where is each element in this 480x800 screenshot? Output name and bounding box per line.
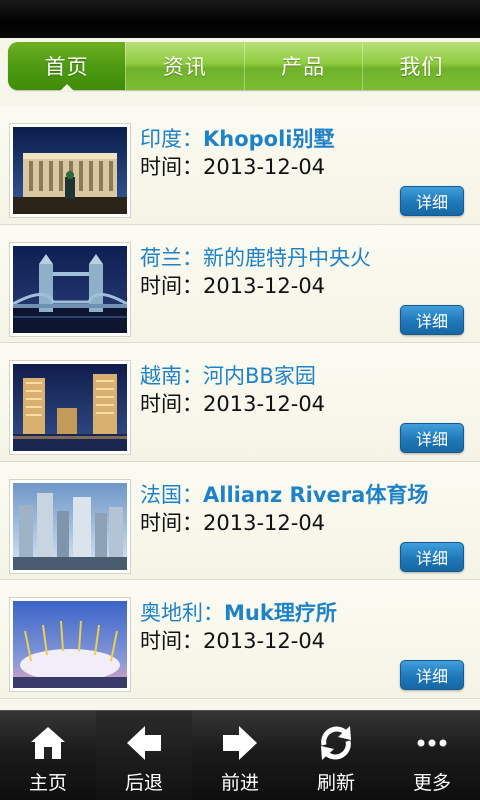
home-icon: [31, 727, 65, 759]
tab-about-label: 我们: [399, 55, 444, 79]
list-item[interactable]: 印度：Khopoli别墅 时间：2013-12-04 详细: [0, 106, 480, 225]
item-country: 法国：: [140, 482, 203, 507]
detail-button[interactable]: 详细: [400, 423, 464, 453]
more-label: 更多: [412, 772, 451, 794]
more-icon: [417, 739, 447, 747]
back-button[interactable]: 后退: [96, 711, 192, 800]
item-title[interactable]: 奥地利：Muk理疗所: [140, 597, 337, 627]
city-skyline-image: [13, 482, 127, 570]
tab-home-label: 首页: [44, 55, 89, 79]
top-nav: 首页 资讯 产品 我们: [8, 42, 480, 91]
detail-button[interactable]: 详细: [400, 660, 464, 690]
back-arrow-icon: [127, 726, 161, 760]
item-date: 时间：2013-12-04: [140, 510, 326, 535]
detail-button[interactable]: 详细: [400, 186, 464, 216]
item-date: 时间：2013-12-04: [140, 273, 326, 298]
tab-news-label: 资讯: [162, 55, 207, 79]
dome-dusk-image: [13, 601, 127, 688]
tab-home[interactable]: 首页: [8, 42, 126, 91]
item-country: 奥地利：: [140, 601, 224, 625]
refresh-button[interactable]: 刷新: [288, 711, 384, 800]
palace-night-image: [13, 127, 127, 214]
item-name: Khopoli别墅: [203, 127, 335, 151]
item-title[interactable]: 印度：Khopoli别墅: [140, 123, 335, 153]
item-country: 印度：: [140, 127, 203, 151]
project-thumbnail[interactable]: [9, 478, 131, 574]
bottom-toolbar: 主页 后退 前进 刷新 更多: [0, 710, 480, 800]
item-country: 越南：: [140, 364, 203, 388]
project-thumbnail[interactable]: [9, 360, 131, 455]
item-name: 河内BB家园: [203, 364, 316, 388]
home-label: 主页: [28, 772, 67, 794]
home-button[interactable]: 主页: [0, 711, 96, 800]
refresh-label: 刷新: [316, 772, 355, 794]
item-date: 时间：2013-12-04: [140, 155, 326, 179]
list-item[interactable]: 越南：河内BB家园 时间：2013-12-04 详细: [0, 343, 480, 462]
detail-button[interactable]: 详细: [400, 541, 464, 572]
item-date: 时间：2013-12-04: [140, 392, 326, 416]
tab-news[interactable]: 资讯: [125, 42, 243, 90]
tab-about[interactable]: 我们: [361, 42, 480, 90]
item-title[interactable]: 荷兰：新的鹿特丹中央火: [140, 242, 371, 272]
status-bar: [0, 0, 480, 38]
forward-arrow-icon: [223, 726, 257, 760]
item-name: Allianz Rivera体育场: [203, 482, 429, 507]
more-button[interactable]: 更多: [384, 711, 480, 800]
item-country: 荷兰：: [140, 245, 203, 270]
active-tab-caret: [59, 84, 74, 91]
list-item[interactable]: 荷兰：新的鹿特丹中央火 时间：2013-12-04 详细: [0, 224, 480, 343]
towers-night-image: [13, 364, 127, 451]
item-name: 新的鹿特丹中央火: [203, 245, 371, 270]
detail-button[interactable]: 详细: [400, 304, 464, 335]
project-thumbnail[interactable]: [9, 241, 131, 337]
item-date: 时间：2013-12-04: [140, 629, 326, 653]
item-title[interactable]: 法国：Allianz Rivera体育场: [140, 479, 428, 509]
project-list: 印度：Khopoli别墅 时间：2013-12-04 详细 荷兰：新的鹿特丹中央…: [0, 106, 480, 699]
bridge-night-image: [13, 245, 127, 333]
forward-button[interactable]: 前进: [192, 711, 288, 800]
forward-label: 前进: [220, 772, 259, 794]
project-thumbnail[interactable]: [9, 597, 131, 692]
list-item[interactable]: 法国：Allianz Rivera体育场 时间：2013-12-04 详细: [0, 461, 480, 580]
tab-products[interactable]: 产品: [243, 42, 362, 90]
project-thumbnail[interactable]: [9, 123, 131, 218]
back-label: 后退: [124, 772, 163, 794]
list-item[interactable]: 奥地利：Muk理疗所 时间：2013-12-04 详细: [0, 580, 480, 699]
item-name: Muk理疗所: [224, 601, 337, 625]
item-title[interactable]: 越南：河内BB家园: [140, 360, 316, 390]
refresh-icon: [321, 726, 351, 760]
tab-products-label: 产品: [281, 55, 326, 79]
